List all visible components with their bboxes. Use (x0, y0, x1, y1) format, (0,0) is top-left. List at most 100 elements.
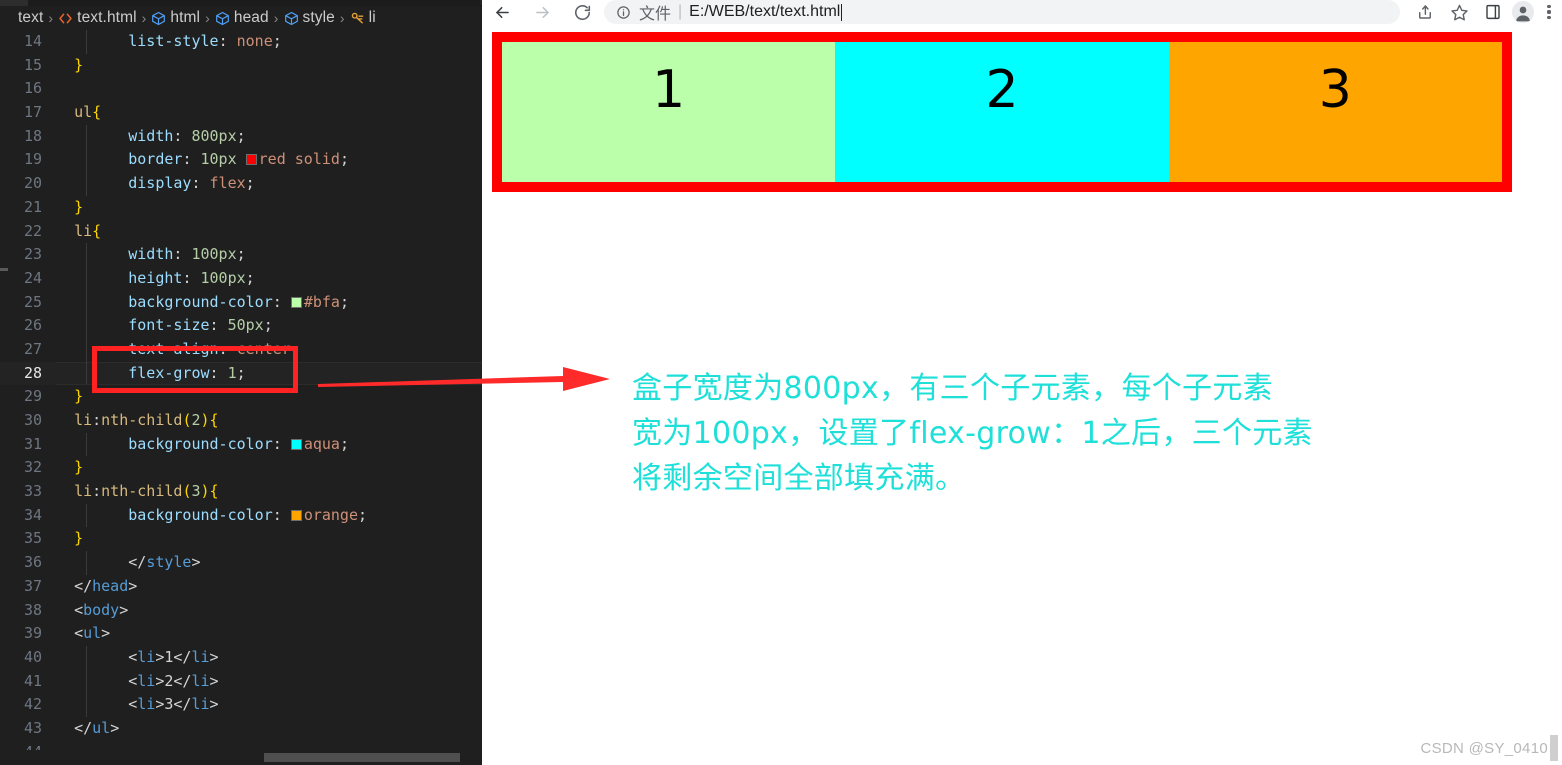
code-line[interactable]: 37 </head> (0, 575, 482, 599)
code-line[interactable]: 42 <li>3</li> (0, 693, 482, 717)
code-line[interactable]: 18 width: 800px; (0, 124, 482, 149)
token: border (128, 150, 183, 169)
token: < (128, 695, 138, 714)
flex-item-label: 2 (985, 60, 1019, 120)
token: </ (173, 695, 192, 714)
token: 800px (191, 126, 237, 145)
breadcrumb-item-html[interactable]: html (151, 9, 200, 27)
breadcrumb-label: li (368, 9, 376, 26)
breadcrumb-label: style (302, 9, 335, 26)
code-line[interactable]: 23 width: 100px; (0, 243, 482, 267)
line-number: 37 (23, 576, 42, 595)
breadcrumb-label: text.html (77, 9, 137, 26)
reload-icon[interactable] (562, 0, 602, 24)
code-line[interactable]: 26 font-size: 50px; (0, 314, 482, 338)
info-circle-icon[interactable] (616, 5, 631, 20)
token: } (74, 55, 84, 74)
line-number: 17 (23, 103, 42, 122)
code-line[interactable]: 43 </ul> (0, 717, 482, 741)
breadcrumb-item-head[interactable]: head (215, 9, 269, 27)
line-number: 15 (23, 55, 42, 74)
editor-overview-mark (0, 268, 8, 271)
code-line[interactable]: 20 display: flex; (0, 172, 482, 196)
code-text: <body> (56, 601, 128, 619)
code-line[interactable]: 35 } (0, 527, 482, 551)
code-line[interactable]: 34 background-color: orange; (0, 503, 482, 528)
code-text: background-color: #bfa; (56, 293, 349, 311)
line-number: 34 (23, 505, 42, 524)
token: </ (173, 647, 192, 666)
token: ; (339, 150, 349, 169)
token: { (209, 411, 219, 429)
line-number: 28 (23, 363, 42, 382)
code-line[interactable]: 33 li:nth-child(3){ (0, 480, 482, 504)
code-line[interactable]: 39 <ul> (0, 622, 482, 646)
code-line[interactable]: 36 </style> (0, 551, 482, 575)
code-line[interactable]: 17 ul{ (0, 101, 482, 125)
code-line[interactable]: 29 } (0, 385, 482, 409)
code-line[interactable]: 14 list-style: none; (0, 30, 482, 54)
code-line[interactable]: 31 background-color: aqua; (0, 432, 482, 457)
address-bar[interactable]: 文件 | E:/WEB/text/text.html (604, 0, 1400, 24)
code-line[interactable]: 25 background-color: #bfa; (0, 290, 482, 315)
token: ; (236, 245, 246, 264)
token: ; (236, 363, 246, 382)
code-line[interactable]: 44 (0, 741, 482, 750)
token: : (182, 150, 201, 169)
breadcrumb-item-text[interactable]: text (18, 9, 43, 27)
code-line[interactable]: 22 li{ (0, 220, 482, 244)
url-divider: | (678, 3, 683, 20)
flex-item-1: 1 (502, 42, 836, 182)
token: background-color (128, 292, 273, 311)
token: : (173, 245, 192, 264)
token: </ (74, 576, 93, 595)
breadcrumb[interactable]: text › text.html › html › head › style › li (0, 6, 482, 30)
line-number: 25 (23, 292, 42, 311)
code-line[interactable]: 16 (0, 77, 482, 101)
token: ) (200, 411, 210, 429)
share-icon[interactable] (1408, 0, 1442, 24)
breadcrumb-item-style[interactable]: style (284, 9, 335, 27)
indent-guide (86, 669, 87, 694)
line-number: 39 (23, 624, 42, 643)
code-text: </head> (56, 577, 137, 595)
line-number: 36 (23, 553, 42, 572)
code-line[interactable]: 24 height: 100px; (0, 266, 482, 291)
code-line[interactable]: 41 <li>2</li> (0, 669, 482, 694)
code-editor[interactable]: 14 list-style: none; 15 } 16 17 ul{18 width… (0, 30, 482, 750)
star-icon[interactable] (1442, 0, 1476, 24)
token: ; (290, 339, 300, 358)
forward-arrow-icon[interactable] (522, 0, 562, 24)
code-line[interactable]: 27 text-align: center; (0, 337, 482, 362)
token: > (119, 600, 129, 619)
breadcrumb-separator: › (141, 10, 147, 26)
token: < (128, 671, 138, 690)
code-line[interactable]: 30 li:nth-child(2){ (0, 409, 482, 433)
profile-avatar[interactable] (1510, 0, 1536, 24)
code-line[interactable]: 21 } (0, 196, 482, 220)
screenshot-root: text › text.html › html › head › style › li 14 lis… (0, 0, 1562, 765)
breadcrumb-item-text-html[interactable]: text.html (58, 9, 137, 27)
avatar-circle (1512, 1, 1534, 23)
back-arrow-icon[interactable] (482, 0, 522, 24)
code-line[interactable]: 38 <body> (0, 599, 482, 623)
code-line[interactable]: 32 } (0, 456, 482, 480)
browser-toolbar: 文件 | E:/WEB/text/text.html (482, 0, 1562, 24)
code-line[interactable]: 15 } (0, 54, 482, 78)
token: ; (272, 32, 282, 50)
breadcrumb-item-li[interactable]: li (350, 9, 376, 27)
token: : (209, 363, 228, 382)
indent-guide (86, 148, 87, 173)
three-dot-menu-icon[interactable] (1536, 0, 1562, 24)
code-line[interactable]: 40 <li>1</li> (0, 645, 482, 670)
side-panel-icon[interactable] (1476, 0, 1510, 24)
horizontal-scrollbar[interactable] (264, 753, 460, 762)
token: ul (92, 718, 111, 737)
code-text: li:nth-child(3){ (56, 482, 219, 500)
token: > (128, 576, 138, 595)
token: li (191, 647, 210, 666)
code-line[interactable]: 28 flex-grow: 1; (0, 361, 482, 386)
code-line[interactable]: 19 border: 10px red solid; (0, 148, 482, 173)
token: } (74, 197, 84, 216)
line-number: 41 (23, 671, 42, 690)
